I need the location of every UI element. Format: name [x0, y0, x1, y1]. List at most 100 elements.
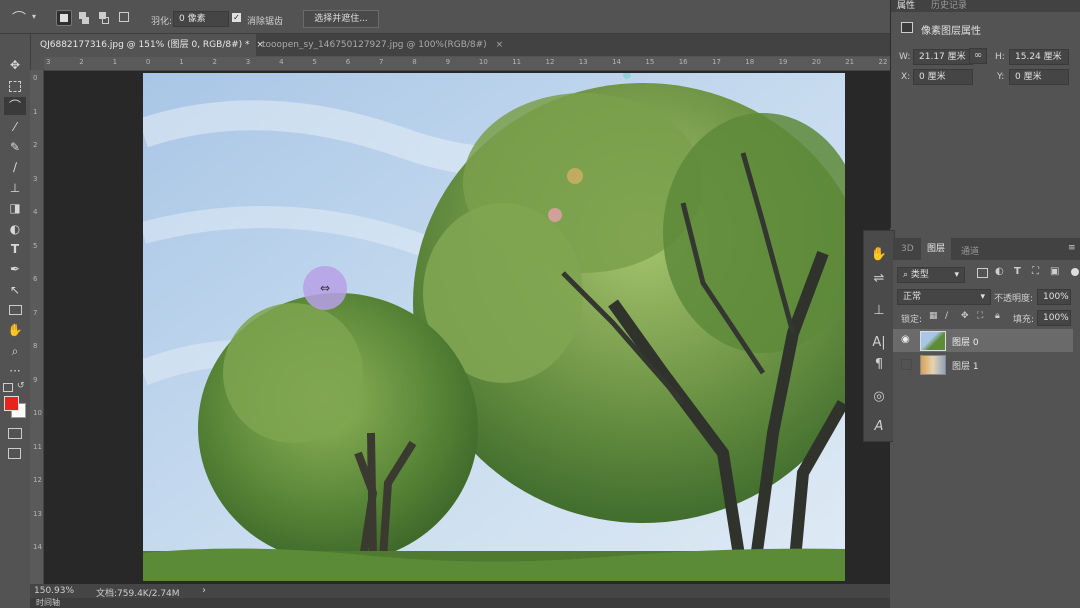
height-field[interactable]: 15.24 厘米 [1009, 49, 1069, 65]
chevron-down-icon[interactable]: ▾ [32, 12, 36, 21]
layer-name[interactable]: 图层 0 [952, 335, 979, 348]
tree-photo[interactable]: ⇔ [143, 73, 845, 581]
timeline-tab[interactable]: 时间轴 [36, 598, 60, 608]
adjust-panel-icon[interactable]: ⇌ [870, 271, 888, 286]
visibility-eye-icon[interactable]: ◉ [901, 334, 910, 345]
magic-wand-icon[interactable]: ⁄ [4, 118, 26, 136]
ruler-tick-label: 5 [312, 58, 317, 66]
3d-panel-icon[interactable]: ◎ [870, 389, 888, 404]
ruler-tick-label: 9 [33, 375, 38, 384]
ruler-tick-label: 8 [33, 342, 38, 350]
intersect-selection-icon[interactable] [117, 10, 131, 24]
width-label: W: [899, 52, 911, 62]
ruler-tick-label: 7 [33, 308, 38, 317]
ruler-tick-label: 14 [612, 58, 622, 66]
filter-smart-icon[interactable]: ▣ [1050, 266, 1059, 277]
layer-name[interactable]: 图层 1 [952, 359, 979, 372]
status-menu-arrow[interactable]: › [202, 585, 206, 596]
tab-document-1[interactable]: QJ6882177316.jpg @ 151% (图层 0, RGB/8#) *… [32, 34, 264, 56]
paragraph-panel-icon[interactable]: ¶ [870, 357, 888, 372]
ruler-tick-label: 11 [33, 442, 42, 451]
select-and-mask-button[interactable]: 选择并遮住... [303, 10, 379, 28]
y-field[interactable]: 0 厘米 [1009, 69, 1069, 85]
glyphs-panel-icon[interactable]: A [870, 419, 888, 434]
tab-3d[interactable]: 3D [901, 244, 914, 254]
path-select-icon[interactable]: ↖ [4, 281, 26, 299]
add-selection-icon[interactable] [77, 10, 91, 24]
tab-label: QJ6882177316.jpg @ 151% (图层 0, RGB/8#) * [40, 40, 250, 50]
hand-tool-icon[interactable]: ✋ [4, 321, 26, 339]
lasso-tool-icon[interactable]: ⌒ [4, 97, 26, 115]
antialias-checkbox[interactable]: ✓ [232, 13, 241, 22]
properties-title: 像素图层属性 [921, 26, 981, 37]
pen-tool-icon[interactable]: ✒ [4, 260, 26, 278]
tab-properties[interactable]: 属性 [897, 0, 915, 11]
link-icon[interactable]: ∞ [969, 48, 987, 64]
opacity-label: 不透明度: [994, 294, 1034, 304]
lock-label: 锁定: [901, 315, 923, 325]
stamp-panel-icon[interactable]: ⊥ [870, 303, 888, 318]
filter-pixel-icon[interactable] [977, 268, 988, 278]
chevron-down-icon: ▾ [980, 292, 985, 302]
ruler-tick-label: 2 [33, 141, 38, 149]
brush-icon[interactable]: ∕ [4, 158, 26, 176]
screen-mode-icon[interactable] [8, 448, 21, 459]
x-field[interactable]: 0 厘米 [913, 69, 973, 85]
ruler-tick-label: 19 [778, 58, 788, 66]
width-field[interactable]: 21.17 厘米 [913, 49, 973, 65]
lock-paint-icon[interactable]: ∕ [945, 311, 948, 321]
ruler-tick-label: 10 [33, 409, 42, 417]
options-bar: ⌒ ▾ 羽化: 0 像素 ✓ 消除锯齿 选择并遮住... [0, 0, 890, 34]
stamp-icon[interactable]: ⊥ [4, 179, 26, 197]
hand-panel-icon[interactable]: ✋ [870, 247, 888, 262]
default-colors-icon[interactable] [3, 383, 13, 392]
feather-label: 羽化: [151, 17, 173, 27]
foreground-color-swatch[interactable] [4, 396, 19, 411]
filter-toggle-icon[interactable] [1071, 268, 1079, 276]
zoom-level[interactable]: 150.93% [34, 586, 74, 596]
new-selection-icon[interactable] [56, 10, 72, 26]
ruler-tick-label: 9 [445, 58, 451, 66]
zoom-tool-icon[interactable]: ⌕ [4, 342, 26, 360]
filter-shape-icon[interactable]: ⛶ [1032, 266, 1039, 277]
layer-filter-select[interactable]: ⌕ 类型 ▾ [897, 267, 965, 283]
move-tool-icon[interactable]: ✥ [4, 56, 26, 74]
search-icon: ⌕ [903, 270, 909, 280]
fill-field[interactable]: 100% [1037, 310, 1071, 326]
tab-channels[interactable]: 通道 [961, 244, 979, 257]
quick-mask-icon[interactable] [8, 428, 22, 439]
ruler-tick-label: 13 [578, 58, 588, 66]
lock-move-icon[interactable]: ✥ [961, 311, 969, 321]
opacity-field[interactable]: 100% [1037, 289, 1071, 305]
feather-input[interactable]: 0 像素 [173, 11, 229, 27]
more-tools-icon[interactable]: ··· [4, 362, 26, 380]
dodge-icon[interactable]: ◐ [4, 220, 26, 238]
eraser-icon[interactable]: ◨ [4, 199, 26, 217]
visibility-toggle[interactable] [901, 359, 912, 370]
status-bar: 150.93% 文档:759.4K/2.74M › [30, 584, 890, 599]
rectangle-tool-icon[interactable] [4, 301, 26, 319]
marquee-tool-icon[interactable] [4, 77, 26, 95]
tab-layers[interactable]: 图层 [921, 238, 952, 260]
tab-document-2[interactable]: tooopen_sy_146750127927.jpg @ 100%(RGB/8… [254, 34, 511, 56]
type-tool-icon[interactable]: T [4, 240, 26, 258]
lasso-icon[interactable]: ⌒ [12, 8, 26, 28]
lock-artboard-icon[interactable]: ⛶ [977, 311, 983, 321]
panel-menu-icon[interactable]: ≡ [1068, 243, 1076, 253]
layer-row[interactable]: 图层 1 [893, 353, 1073, 376]
swap-colors-icon[interactable]: ↺ [17, 381, 25, 391]
blend-mode-select[interactable]: 正常 ▾ [897, 289, 991, 305]
filter-adjust-icon[interactable]: ◐ [995, 266, 1004, 277]
properties-tabs: 属性 历史记录 [891, 0, 1080, 12]
close-icon[interactable]: × [496, 40, 504, 50]
subtract-selection-icon[interactable] [97, 10, 111, 24]
tab-history[interactable]: 历史记录 [931, 0, 967, 11]
lock-all-icon[interactable]: 🔒︎ [995, 311, 1000, 321]
ruler-tick-label: 20 [811, 58, 821, 66]
character-panel-icon[interactable]: A| [870, 335, 888, 350]
eyedropper-icon[interactable]: ✎ [4, 138, 26, 156]
svg-text:⇔: ⇔ [320, 281, 330, 295]
filter-type-icon[interactable]: T [1014, 266, 1021, 277]
layer-row[interactable]: ◉ 图层 0 [893, 329, 1073, 352]
lock-transparent-icon[interactable]: ▦ [929, 311, 938, 321]
